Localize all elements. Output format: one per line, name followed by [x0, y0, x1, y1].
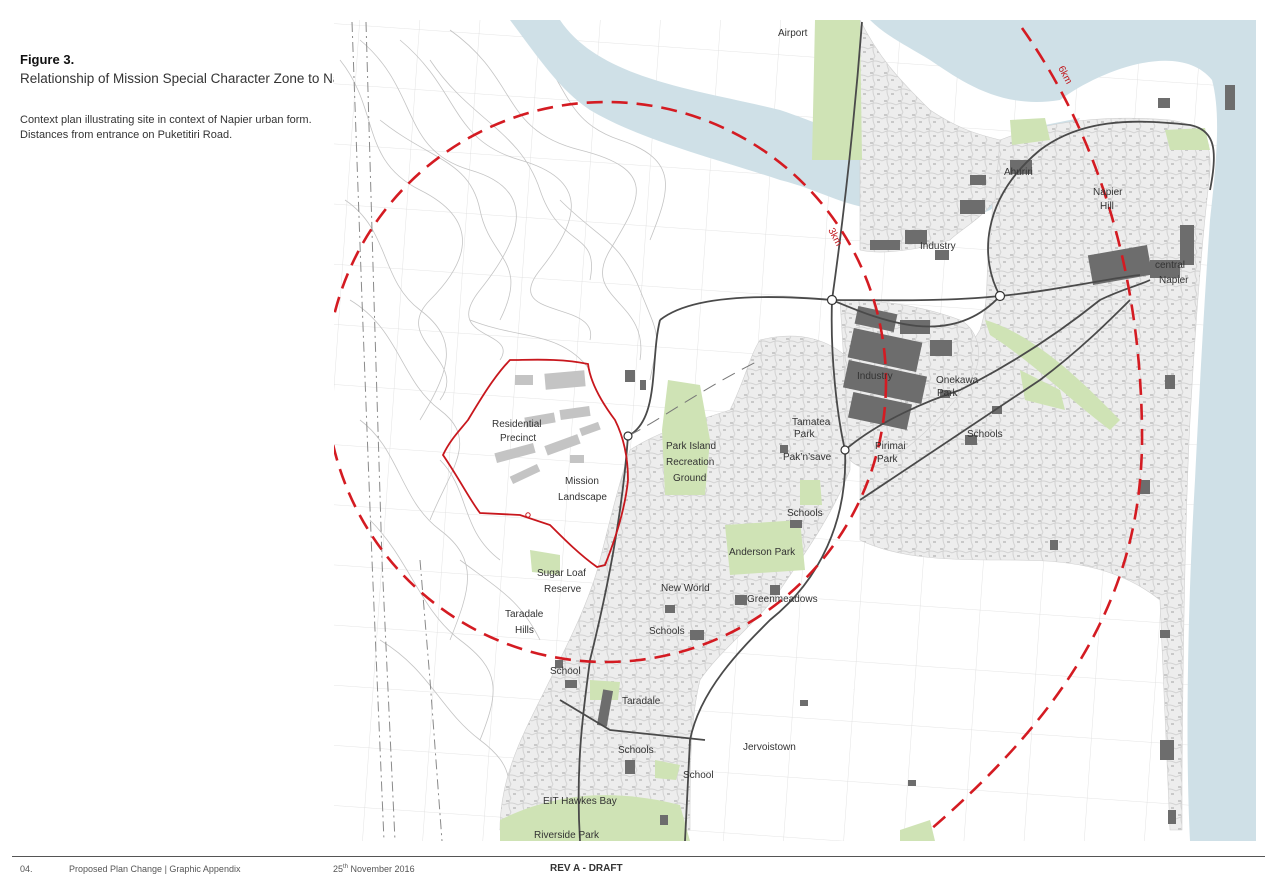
footer-document-title: Proposed Plan Change | Graphic Appendix [69, 864, 241, 874]
footer-page-number: 04. [20, 864, 33, 874]
footer-date: 25th November 2016 [333, 864, 415, 874]
label-school: School [550, 666, 581, 677]
label-residential-precinct: Precinct [500, 433, 536, 444]
label-taradale: Taradale [622, 696, 661, 707]
label-park-island: Ground [673, 473, 706, 484]
label-pak-n-save: Pak’n’save [783, 452, 832, 463]
label-industry-north: Industry [920, 241, 956, 252]
label-greenmeadows: Greenmeadows [747, 594, 818, 605]
label-tamatea-park: Park [794, 429, 816, 440]
footer-revision: REV A - DRAFT [550, 863, 623, 874]
label-napier-hill: Hill [1100, 201, 1114, 212]
label-airport: Airport [778, 28, 808, 39]
label-eit-hawkes-bay: EIT Hawkes Bay [543, 796, 617, 807]
label-central-napier: Napier [1159, 275, 1189, 286]
label-onekawa-park: Park [937, 388, 959, 399]
map-canvas: 3km 6km Airport Ahuriri Napier Hill Indu… [334, 20, 1256, 841]
label-anderson-park: Anderson Park [729, 547, 796, 558]
label-sugar-loaf-reserve: Reserve [544, 584, 582, 595]
figure-number: Figure 3. [20, 52, 75, 67]
label-schools: Schools [787, 508, 823, 519]
label-sugar-loaf-reserve: Sugar Loaf [537, 568, 586, 579]
label-school: School [683, 770, 714, 781]
label-mission-landscape: Mission [565, 476, 599, 487]
label-taradale-hills: Taradale [505, 609, 544, 620]
label-new-world: New World [661, 583, 710, 594]
footer-divider [12, 856, 1265, 857]
figure-title: Relationship of Mission Special Characte… [20, 71, 442, 86]
label-industry-central: Industry [857, 371, 893, 382]
label-tamatea-park: Tamatea [792, 417, 831, 428]
figure-description: Context plan illustrating site in contex… [20, 114, 312, 141]
label-park-island: Recreation [666, 457, 714, 468]
label-riverside-park: Riverside Park [534, 830, 600, 841]
figure-caption: Figure 3. Relationship of Mission Specia… [20, 52, 442, 143]
label-mission-landscape: Landscape [558, 492, 607, 503]
label-residential-precinct: Residential [492, 419, 541, 430]
label-ahuriri: Ahuriri [1004, 167, 1033, 178]
label-central-napier: central [1155, 260, 1185, 271]
label-taradale-hills: Hills [515, 625, 534, 636]
label-schools: Schools [649, 626, 685, 637]
label-pirimai-park: Park [877, 454, 899, 465]
context-map: 3km 6km Airport Ahuriri Napier Hill Indu… [334, 20, 1256, 841]
label-jervoistown: Jervoistown [743, 742, 796, 753]
label-pirimai-park: Pirimai [875, 441, 906, 452]
label-napier-hill: Napier [1093, 187, 1123, 198]
label-schools: Schools [618, 745, 654, 756]
footer-date-day: 25 [333, 864, 344, 874]
label-park-island: Park Island [666, 441, 716, 452]
label-schools: Schools [967, 429, 1003, 440]
label-onekawa-park: Onekawa [936, 375, 979, 386]
footer-date-rest: November 2016 [348, 864, 415, 874]
